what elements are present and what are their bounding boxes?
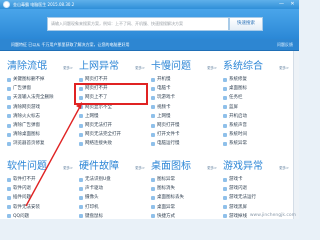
annotation-arrow xyxy=(25,102,83,207)
watermark: www.jinchengjk.com xyxy=(249,213,296,218)
